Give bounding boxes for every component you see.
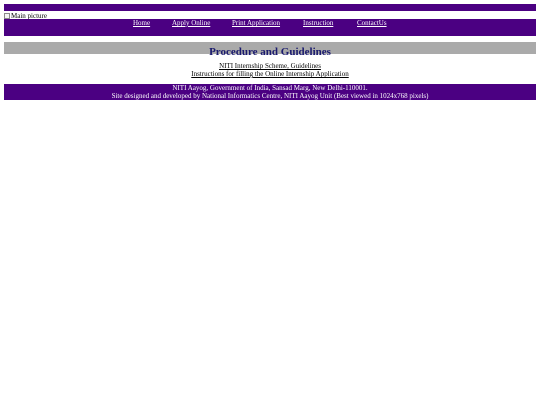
- nav-apply-online-link[interactable]: Apply Online: [172, 19, 210, 27]
- nav-instruction-link[interactable]: Instruction: [303, 19, 333, 27]
- page: Main picture Home Apply Online Print App…: [0, 0, 540, 405]
- nav-home-link[interactable]: Home: [133, 19, 150, 27]
- nav-contactus-link[interactable]: ContactUs: [357, 19, 387, 27]
- footer-credits: Site designed and developed by National …: [111, 92, 429, 100]
- guidelines-link-list: NITI Internship Scheme, Guidelines Instr…: [4, 62, 536, 78]
- page-title: Procedure and Guidelines: [209, 46, 331, 58]
- nav-print-application-link[interactable]: Print Application: [232, 19, 280, 27]
- footer: NITI Aayog, Government of India, Sansad …: [4, 84, 536, 100]
- nav-bar: Home Apply Online Print Application Inst…: [4, 19, 536, 36]
- instructions-link[interactable]: Instructions for filling the Online Inte…: [4, 70, 536, 78]
- top-banner-bar: [4, 4, 536, 11]
- heading-bar: Procedure and Guidelines: [4, 42, 536, 58]
- guidelines-link[interactable]: NITI Internship Scheme, Guidelines: [4, 62, 536, 70]
- footer-address: NITI Aayog, Government of India, Sansad …: [172, 84, 368, 92]
